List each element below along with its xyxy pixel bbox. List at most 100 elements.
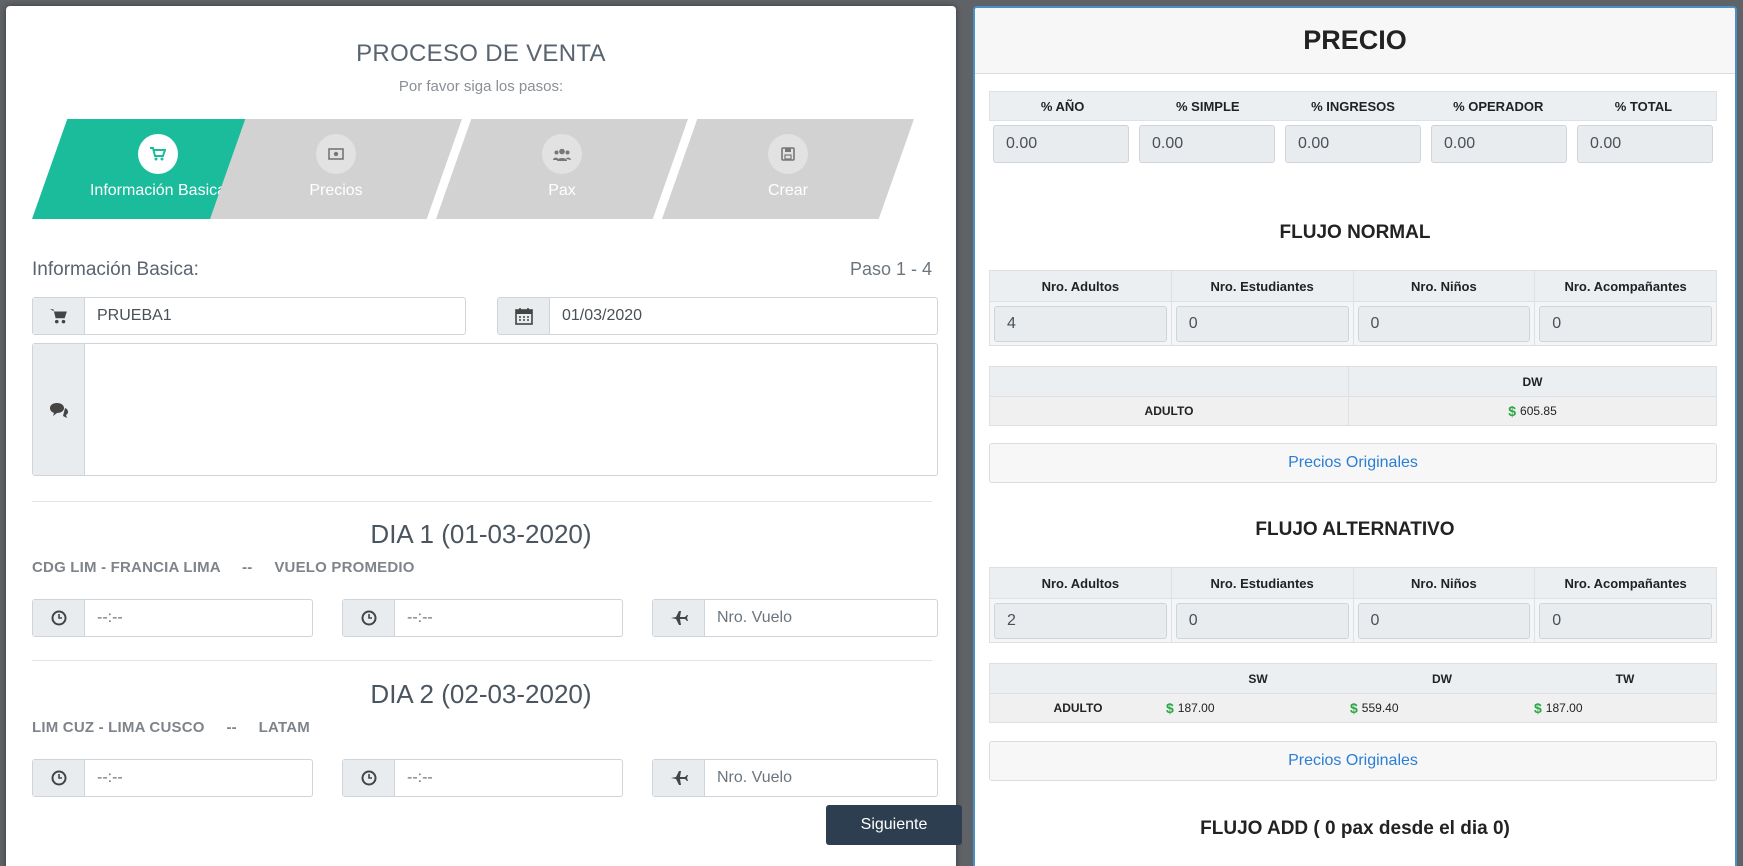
nro-estudiantes-input[interactable]: 0: [1175, 306, 1349, 342]
cart-icon: [138, 134, 178, 174]
route-separator: --: [242, 559, 253, 576]
nro-header: Nro. Estudiantes: [1172, 271, 1354, 301]
pct-header: % SIMPLE: [1176, 98, 1240, 114]
pct-ingresos-input[interactable]: 0.00: [1285, 125, 1421, 163]
fecha-field[interactable]: 01/03/2020: [497, 297, 938, 335]
time-input[interactable]: --:--: [395, 760, 622, 796]
pct-ano-input[interactable]: 0.00: [993, 125, 1129, 163]
divider: [32, 501, 932, 502]
page-title: PROCESO DE VENTA: [356, 40, 606, 67]
pct-header: % OPERADOR: [1453, 98, 1544, 114]
nro-acompanantes-input[interactable]: 0: [1539, 603, 1712, 639]
clock-icon: [343, 600, 395, 636]
nombre-field[interactable]: PRUEBA1: [32, 297, 466, 335]
day-1-hora-llegada[interactable]: --:--: [342, 599, 623, 637]
pct-header: % TOTAL: [1614, 98, 1673, 114]
day-1-title: DIA 1 (01-03-2020): [370, 519, 592, 549]
clock-icon: [33, 600, 85, 636]
route-carrier: VUELO PROMEDIO: [274, 559, 415, 576]
flujo-alt-pax-table: Nro. Adultos Nro. Estudiantes Nro. Niños…: [989, 567, 1717, 643]
row-label: ADULTO: [1144, 404, 1194, 418]
sale-process-panel: PROCESO DE VENTA Por favor siga los paso…: [6, 6, 962, 866]
wizard-steps: Información Basica Precios Pax Crear: [32, 119, 938, 219]
price-header: DW: [1348, 367, 1716, 396]
step-label: Crear: [767, 182, 808, 199]
price-value: 605.85: [1520, 404, 1557, 418]
nro-header: Nro. Adultos: [990, 271, 1172, 301]
price-value: 187.00: [1177, 701, 1215, 715]
money-icon: [316, 134, 356, 174]
price-value: 187.00: [1545, 701, 1583, 715]
save-icon: [768, 134, 808, 174]
fecha-value[interactable]: 01/03/2020: [550, 298, 937, 334]
flujo-alternativo-title: FLUJO ALTERNATIVO: [1255, 519, 1455, 540]
comment-field[interactable]: [32, 343, 938, 476]
users-icon: [542, 134, 582, 174]
pct-simple-input[interactable]: 0.00: [1139, 125, 1275, 163]
time-input[interactable]: --:--: [85, 760, 312, 796]
day-2-hora-llegada[interactable]: --:--: [342, 759, 623, 797]
nro-acompanantes-input[interactable]: 0: [1539, 306, 1712, 342]
nro-estudiantes-input[interactable]: 0: [1175, 603, 1349, 639]
precios-originales-button[interactable]: Precios Originales: [989, 443, 1717, 483]
day-2-title: DIA 2 (02-03-2020): [370, 679, 592, 709]
pct-total-input[interactable]: 0.00: [1577, 125, 1713, 163]
day-2-hora-salida[interactable]: --:--: [32, 759, 313, 797]
price-header: SW: [1248, 671, 1268, 686]
route-text: LIM CUZ - LIMA CUSCO: [32, 719, 205, 736]
price-title: PRECIO: [975, 8, 1735, 74]
nro-header: Nro. Niños: [1354, 568, 1536, 598]
nombre-value[interactable]: PRUEBA1: [85, 298, 465, 334]
next-button[interactable]: Siguiente: [826, 805, 962, 845]
step-pax[interactable]: Pax: [436, 119, 688, 219]
route-separator: --: [226, 719, 237, 736]
price-value: 559.40: [1361, 701, 1399, 715]
price-cell: $187.00: [1166, 694, 1350, 722]
time-input[interactable]: --:--: [85, 600, 312, 636]
route-carrier: LATAM: [258, 719, 310, 736]
step-crear[interactable]: Crear: [662, 119, 914, 219]
dollar-icon: $: [1534, 700, 1542, 716]
step-label: Pax: [548, 182, 576, 199]
price-header: DW: [1432, 671, 1452, 686]
step-label: Información Basica: [89, 182, 227, 199]
dollar-icon: $: [1166, 700, 1174, 716]
comment-textarea[interactable]: [85, 344, 937, 475]
step-counter: Paso 1 - 4: [849, 259, 932, 279]
nro-header: Nro. Niños: [1354, 271, 1536, 301]
price-cell: $559.40: [1350, 694, 1534, 722]
nro-adultos-input[interactable]: 2: [994, 603, 1167, 639]
pct-operador-input[interactable]: 0.00: [1431, 125, 1567, 163]
time-input[interactable]: --:--: [395, 600, 622, 636]
price-header: TW: [1615, 671, 1635, 686]
price-cell: $187.00: [1534, 694, 1716, 722]
vuelo-input[interactable]: Nro. Vuelo: [705, 600, 937, 636]
plane-icon: [653, 600, 705, 636]
price-cell: $ 605.85: [1348, 397, 1716, 425]
calendar-icon: [498, 298, 550, 334]
route-text: CDG LIM - FRANCIA LIMA: [32, 559, 221, 576]
dollar-icon: $: [1350, 700, 1358, 716]
vuelo-input[interactable]: Nro. Vuelo: [705, 760, 937, 796]
divider: [32, 660, 932, 661]
flujo-normal-price-table: DW ADULTO $ 605.85: [989, 366, 1717, 426]
nro-adultos-input[interactable]: 4: [994, 306, 1167, 342]
day-1-hora-salida[interactable]: --:--: [32, 599, 313, 637]
precios-originales-button[interactable]: Precios Originales: [989, 741, 1717, 781]
day-2-route: LIM CUZ - LIMA CUSCO -- LATAM: [32, 719, 310, 736]
nro-header: Nro. Acompañantes: [1564, 575, 1687, 591]
day-1-vuelo[interactable]: Nro. Vuelo: [652, 599, 938, 637]
dollar-icon: $: [1508, 403, 1517, 419]
nro-ninos-input[interactable]: 0: [1357, 603, 1531, 639]
pct-header: % AÑO: [1040, 98, 1085, 114]
flujo-add-title: FLUJO ADD ( 0 pax desde el dia 0): [1200, 818, 1510, 839]
nro-header: Nro. Adultos: [990, 568, 1172, 598]
step-precios[interactable]: Precios: [210, 119, 462, 219]
nro-ninos-input[interactable]: 0: [1357, 306, 1531, 342]
percent-inputs: 0.00 0.00 0.00 0.00 0.00: [989, 121, 1717, 163]
day-2-vuelo[interactable]: Nro. Vuelo: [652, 759, 938, 797]
flujo-alt-price-table: SW DW TW ADULTO $187.00 $559.40 $187.00: [989, 663, 1717, 723]
nro-header: Nro. Estudiantes: [1172, 568, 1354, 598]
flujo-normal-title: FLUJO NORMAL: [1279, 222, 1431, 243]
flujo-normal-pax-table: Nro. Adultos Nro. Estudiantes Nro. Niños…: [989, 270, 1717, 346]
